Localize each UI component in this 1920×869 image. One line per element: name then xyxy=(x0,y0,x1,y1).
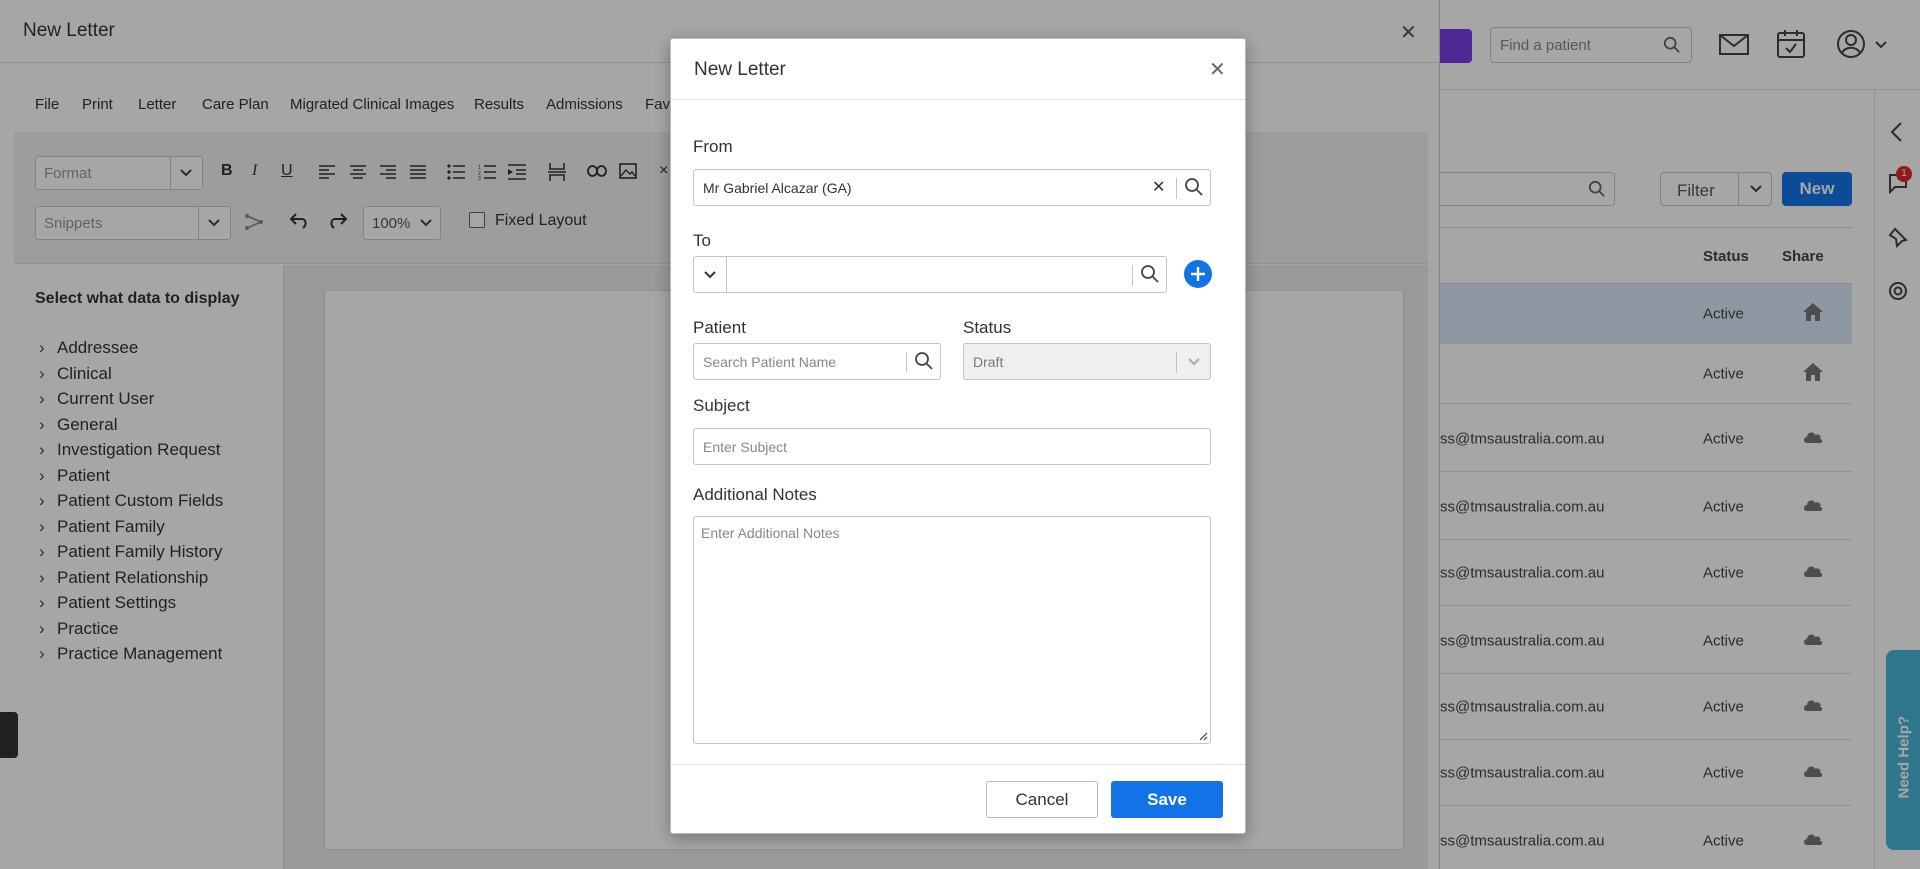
close-icon[interactable]: ✕ xyxy=(1209,57,1226,82)
search-icon[interactable] xyxy=(1140,264,1160,284)
new-letter-dialog: New Letter ✕ From Mr Gabriel Alcazar (GA… xyxy=(670,38,1246,834)
chevron-down-icon xyxy=(1188,358,1200,366)
dialog-title: New Letter xyxy=(694,59,786,80)
status-select: Draft xyxy=(963,343,1211,380)
additional-notes-input[interactable] xyxy=(694,517,1210,743)
patient-placeholder: Search Patient Name xyxy=(703,354,837,370)
subject-label: Subject xyxy=(693,396,750,415)
additional-notes-field[interactable] xyxy=(693,516,1211,744)
to-label: To xyxy=(693,231,711,250)
search-icon[interactable] xyxy=(1184,177,1204,197)
subject-field[interactable] xyxy=(693,428,1211,465)
notes-label: Additional Notes xyxy=(693,485,817,504)
plus-icon xyxy=(1191,267,1205,281)
resize-handle-icon[interactable] xyxy=(1198,731,1208,741)
search-icon[interactable] xyxy=(914,351,934,371)
chevron-down-icon[interactable] xyxy=(702,267,718,283)
patient-search-field[interactable]: Search Patient Name xyxy=(693,343,941,380)
from-value: Mr Gabriel Alcazar (GA) xyxy=(703,180,852,196)
status-label: Status xyxy=(963,318,1012,337)
to-field[interactable] xyxy=(693,256,1167,293)
status-value: Draft xyxy=(973,354,1004,370)
from-field[interactable]: Mr Gabriel Alcazar (GA) ✕ xyxy=(693,169,1211,206)
save-button[interactable]: Save xyxy=(1111,781,1223,818)
patient-label: Patient xyxy=(693,318,746,337)
cancel-button[interactable]: Cancel xyxy=(986,781,1098,818)
clear-icon[interactable]: ✕ xyxy=(1152,177,1165,197)
from-label: From xyxy=(693,137,733,156)
subject-input[interactable] xyxy=(694,429,1210,464)
add-recipient-button[interactable] xyxy=(1184,260,1212,288)
